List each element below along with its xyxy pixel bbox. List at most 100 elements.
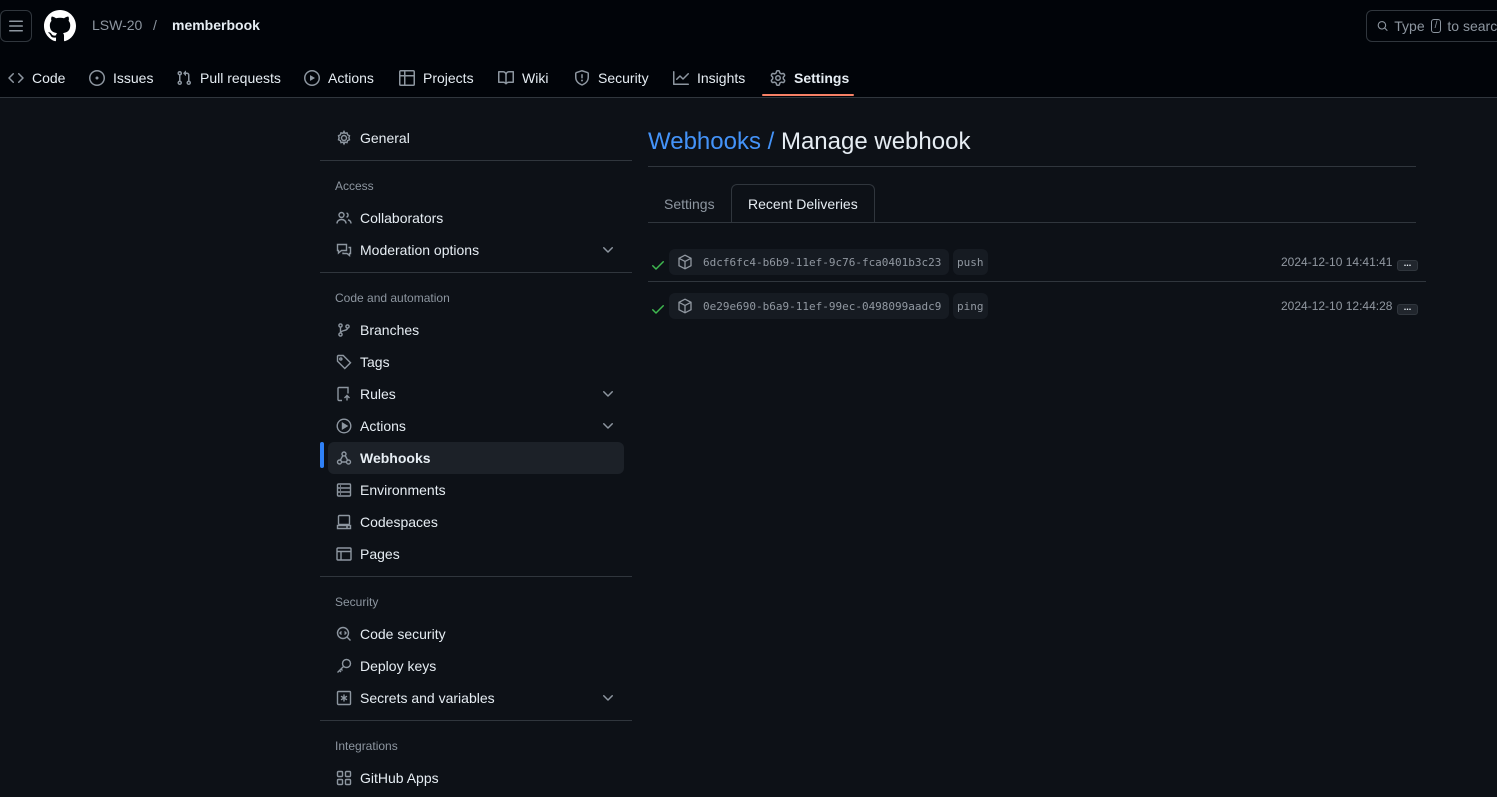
page-title-text: Manage webhook	[780, 128, 971, 155]
codespaces-icon	[336, 514, 352, 530]
comment-discussion-icon	[336, 242, 352, 258]
issue-icon	[89, 70, 105, 86]
sidebar-item-deploy-keys-label: Deploy keys	[360, 658, 437, 674]
sidebar-item-general[interactable]: General	[328, 122, 624, 154]
check-icon	[650, 257, 666, 276]
breadcrumb-repo[interactable]: memberbook	[172, 17, 260, 33]
package-icon	[677, 298, 693, 314]
sidebar-item-secrets-label: Secrets and variables	[360, 690, 495, 706]
delivery-timestamp: 2024-12-10 14:41:41	[1281, 255, 1393, 269]
breadcrumb-separator: /	[153, 17, 157, 33]
apps-icon	[336, 770, 352, 786]
check-icon	[650, 301, 666, 320]
search-input[interactable]: Type / to search	[1366, 10, 1497, 42]
repo-push-icon	[336, 386, 352, 402]
code-icon	[8, 70, 24, 86]
search-placeholder-suffix: to search	[1447, 18, 1497, 34]
server-icon	[336, 482, 352, 498]
sidebar-heading-code-automation: Code and automation	[335, 291, 450, 305]
key-asterisk-icon	[336, 690, 352, 706]
sidebar-item-rules[interactable]: Rules	[328, 378, 624, 410]
sidebar-item-actions[interactable]: Actions	[328, 410, 624, 442]
tab-webhook-settings[interactable]: Settings	[648, 184, 731, 223]
play-icon	[336, 418, 352, 434]
sidebar-item-collaborators-label: Collaborators	[360, 210, 444, 226]
sidebar-divider	[320, 720, 632, 721]
tab-issues-label: Issues	[113, 70, 154, 86]
people-icon	[336, 210, 352, 226]
package-icon	[677, 254, 693, 270]
sidebar-divider	[320, 160, 632, 161]
tab-issues[interactable]: Issues	[89, 58, 153, 98]
git-branch-icon	[336, 322, 352, 338]
tab-settings[interactable]: Settings	[770, 58, 849, 98]
tab-settings-label: Settings	[794, 70, 850, 86]
page-title: Webhooks / Manage webhook	[648, 128, 970, 156]
webhooks-breadcrumb-link[interactable]: Webhooks /	[648, 128, 774, 155]
tab-wiki[interactable]: Wiki	[498, 58, 548, 98]
delivery-row[interactable]: 0e29e690-b6a9-11ef-99ec-0498099aadc9 pin…	[648, 288, 1426, 332]
sidebar-item-branches[interactable]: Branches	[328, 314, 624, 346]
chevron-down-icon[interactable]	[600, 242, 616, 261]
sidebar-item-actions-label: Actions	[360, 418, 406, 434]
sidebar-item-collaborators[interactable]: Collaborators	[328, 202, 624, 234]
tab-security[interactable]: Security	[574, 58, 649, 98]
menu-button[interactable]	[0, 10, 32, 42]
sidebar-item-moderation[interactable]: Moderation options	[328, 234, 624, 266]
tab-projects-label: Projects	[423, 70, 474, 86]
sidebar-item-webhooks-label: Webhooks	[360, 450, 431, 466]
sidebar-item-github-apps[interactable]: GitHub Apps	[328, 762, 624, 794]
tab-insights-label: Insights	[697, 70, 746, 86]
tab-code[interactable]: Code	[8, 58, 65, 98]
chevron-down-icon[interactable]	[600, 690, 616, 709]
delivery-event-badge: ping	[953, 293, 988, 319]
sidebar-item-tags-label: Tags	[360, 354, 390, 370]
delivery-guid[interactable]: 6dcf6fc4-b6b9-11ef-9c76-fca0401b3c23	[669, 249, 949, 275]
pull-request-icon	[176, 70, 192, 86]
sidebar-item-environments[interactable]: Environments	[328, 474, 624, 506]
tabs-divider	[648, 222, 1416, 223]
sidebar-heading-security: Security	[335, 595, 379, 609]
chevron-down-icon[interactable]	[600, 386, 616, 405]
search-icon	[1377, 21, 1388, 31]
sidebar-item-code-security-label: Code security	[360, 626, 446, 642]
delivery-guid-text: 6dcf6fc4-b6b9-11ef-9c76-fca0401b3c23	[703, 255, 942, 269]
graph-icon	[673, 70, 689, 86]
chevron-down-icon[interactable]	[600, 418, 616, 437]
sidebar-item-moderation-label: Moderation options	[360, 242, 480, 258]
tab-pull-requests[interactable]: Pull requests	[176, 58, 281, 98]
delivery-guid-text: 0e29e690-b6a9-11ef-99ec-0498099aadc9	[703, 299, 942, 313]
book-icon	[498, 70, 514, 86]
tag-icon	[336, 354, 352, 370]
breadcrumb-owner[interactable]: LSW-20	[92, 17, 142, 33]
key-icon	[336, 658, 352, 674]
sidebar-item-branches-label: Branches	[360, 322, 420, 338]
delivery-more-button[interactable]: ...	[1397, 303, 1418, 315]
sidebar-divider	[320, 272, 632, 273]
sidebar-item-pages-label: Pages	[360, 546, 400, 562]
app-header: LSW-20 / memberbook Type / to search Cod…	[0, 0, 1497, 98]
sidebar-item-pages[interactable]: Pages	[328, 538, 624, 570]
sidebar-item-general-label: General	[360, 130, 410, 146]
sidebar-item-deploy-keys[interactable]: Deploy keys	[328, 650, 624, 682]
sidebar-item-github-apps-label: GitHub Apps	[360, 770, 439, 786]
tab-projects[interactable]: Projects	[399, 58, 474, 98]
sidebar-item-secrets[interactable]: Secrets and variables	[328, 682, 624, 714]
delivery-more-button[interactable]: ...	[1397, 259, 1418, 271]
tab-recent-deliveries[interactable]: Recent Deliveries	[731, 184, 875, 223]
sidebar-item-codespaces[interactable]: Codespaces	[328, 506, 624, 538]
delivery-event-badge: push	[953, 249, 988, 275]
table-icon	[399, 70, 415, 86]
tab-actions[interactable]: Actions	[304, 58, 374, 98]
sidebar-item-code-security[interactable]: Code security	[328, 618, 624, 650]
delivery-timestamp: 2024-12-10 12:44:28	[1281, 299, 1393, 313]
gear-icon	[336, 130, 352, 146]
play-icon	[304, 70, 320, 86]
row-divider	[648, 281, 1426, 282]
tab-pull-requests-label: Pull requests	[200, 70, 281, 86]
sidebar-item-webhooks[interactable]: Webhooks	[328, 442, 624, 474]
delivery-guid[interactable]: 0e29e690-b6a9-11ef-99ec-0498099aadc9	[669, 293, 949, 319]
tab-insights[interactable]: Insights	[673, 58, 745, 98]
sidebar-item-tags[interactable]: Tags	[328, 346, 624, 378]
github-logo-icon[interactable]	[44, 10, 76, 42]
